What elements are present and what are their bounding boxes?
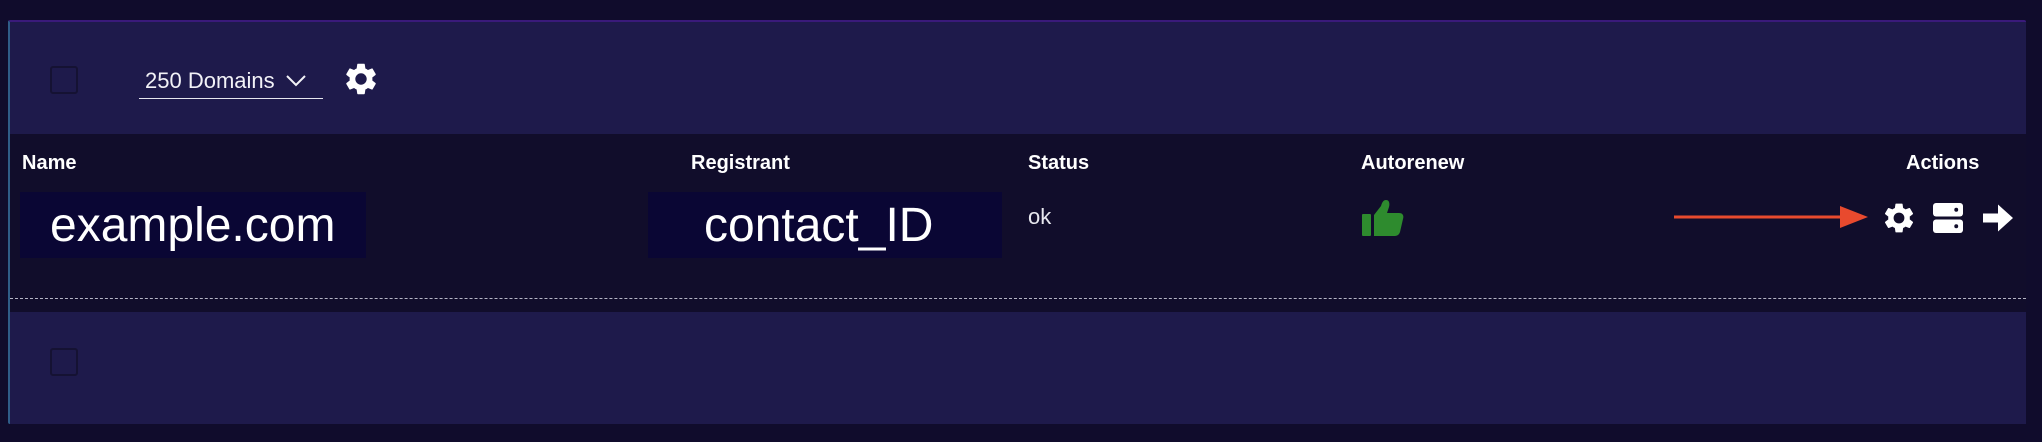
column-header-status[interactable]: Status: [1028, 152, 1089, 175]
status-cell: ok: [1028, 204, 1052, 229]
thumbs-up-icon: [1362, 200, 1404, 236]
domains-per-page-label: 250 Domains: [145, 68, 275, 93]
server-icon[interactable]: [1930, 200, 1966, 236]
select-all-checkbox[interactable]: [50, 66, 78, 94]
row-checkbox[interactable]: [50, 348, 78, 376]
annotation-arrow: [1674, 206, 1868, 228]
domains-per-page-select[interactable]: 250 Domains: [139, 64, 323, 99]
domain-list-panel: 250 Domains Name Registrant Status Autor…: [8, 20, 2026, 424]
column-header-autorenew[interactable]: Autorenew: [1361, 152, 1464, 175]
column-header-registrant[interactable]: Registrant: [691, 152, 790, 175]
column-header-actions: Actions: [1906, 152, 1980, 174]
list-toolbar: 250 Domains: [10, 22, 2026, 134]
registrant-cell[interactable]: contact_ID: [648, 192, 1002, 258]
domains-table: Name Registrant Status Autorenew Actions…: [10, 134, 2026, 312]
column-header-name[interactable]: Name: [22, 152, 76, 175]
gear-icon[interactable]: [1881, 200, 1917, 236]
row-divider: [10, 298, 2026, 299]
arrow-right-icon[interactable]: [1980, 200, 2016, 236]
chevron-down-icon: [285, 75, 306, 87]
gear-icon[interactable]: [342, 60, 380, 98]
domain-name-cell[interactable]: example.com: [20, 192, 366, 258]
list-footer-row: [10, 312, 2026, 424]
